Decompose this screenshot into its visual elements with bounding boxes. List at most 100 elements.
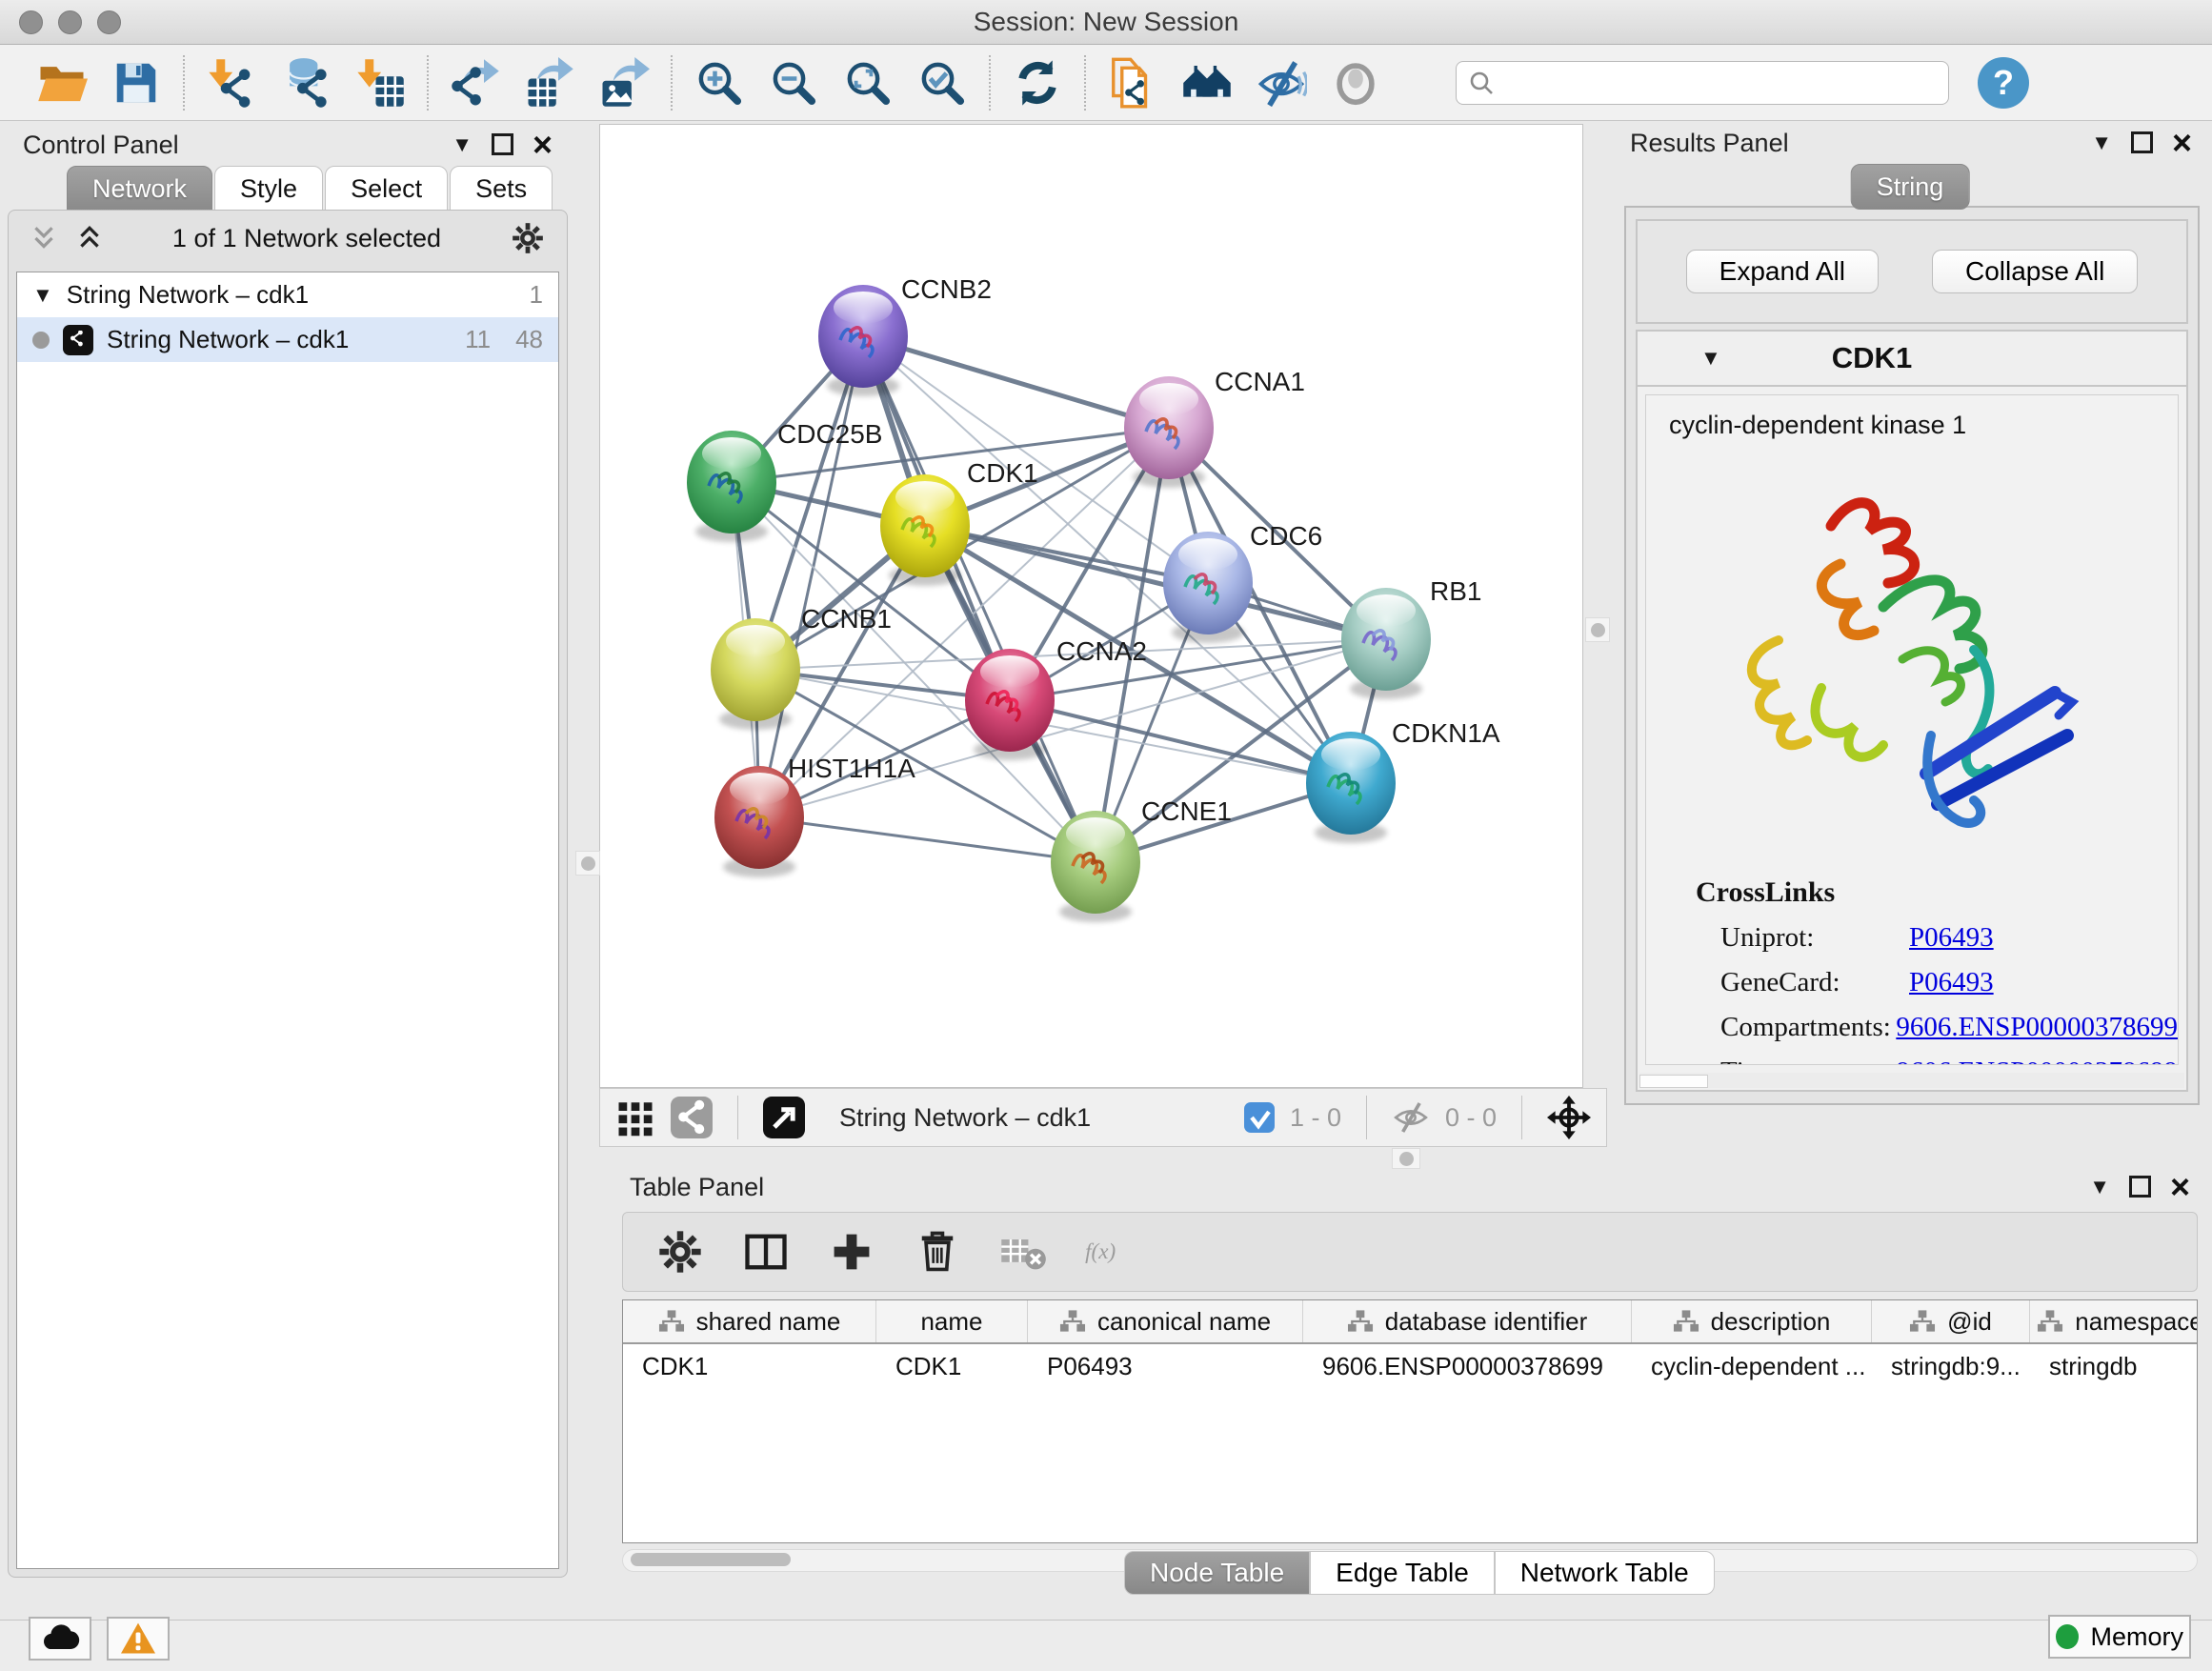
float-panel-icon[interactable] — [2129, 1176, 2151, 1198]
gear-icon[interactable] — [510, 220, 546, 256]
save-session-button[interactable] — [105, 53, 168, 112]
float-panel-icon[interactable] — [2131, 131, 2153, 153]
import-network-database-button[interactable] — [274, 53, 337, 112]
table-cell[interactable]: stringdb:9... — [1872, 1352, 2030, 1381]
crosslink-link[interactable]: 9606.ENSP00000378699 — [1896, 1012, 2178, 1043]
collapse-all-button[interactable]: Collapse All — [1932, 250, 2138, 293]
show-columns-button[interactable] — [741, 1227, 791, 1277]
zoom-selected-button[interactable] — [911, 53, 974, 112]
close-panel-icon[interactable]: × — [533, 131, 553, 159]
show-all-button[interactable] — [1324, 53, 1387, 112]
navigator-button[interactable] — [1547, 1096, 1591, 1139]
create-column-button[interactable] — [827, 1227, 876, 1277]
column-header-namespace[interactable]: namespace — [2030, 1300, 2198, 1342]
graph-edge[interactable] — [863, 336, 1096, 862]
graph-edge[interactable] — [759, 817, 1096, 862]
graph-node-cdc6[interactable]: CDC6 — [1163, 521, 1322, 643]
table-cell[interactable]: CDK1 — [876, 1352, 1028, 1381]
network-type-button[interactable] — [671, 1097, 713, 1138]
close-panel-icon[interactable]: × — [2172, 130, 2192, 157]
table-cell[interactable]: stringdb — [2030, 1352, 2198, 1381]
graph-node-rb1[interactable]: RB1 — [1341, 576, 1481, 699]
column-header-canonical-name[interactable]: canonical name — [1028, 1300, 1303, 1342]
gene-section-header[interactable]: ▼ CDK1 — [1638, 332, 2186, 387]
tab-edge-table[interactable]: Edge Table — [1310, 1551, 1495, 1595]
function-builder-button[interactable]: f(x) — [1084, 1227, 1134, 1277]
close-panel-icon[interactable]: × — [2170, 1174, 2190, 1201]
selected-checkbox-icon[interactable] — [1244, 1102, 1275, 1133]
hidden-eye-icon — [1392, 1101, 1430, 1134]
graph-node-hist1h1a[interactable]: HIST1H1A — [714, 754, 915, 877]
import-network-file-button[interactable] — [200, 53, 263, 112]
graph-node-cdkn1a[interactable]: CDKN1A — [1306, 718, 1500, 843]
expand-all-icon[interactable] — [75, 224, 104, 252]
crosslink-link[interactable]: P06493 — [1909, 967, 1994, 998]
graph-edge[interactable] — [863, 336, 1169, 428]
float-panel-icon[interactable] — [492, 133, 513, 155]
section-expander-icon[interactable]: ▼ — [1700, 348, 1721, 369]
help-button[interactable]: ? — [1978, 57, 2029, 109]
scrollbar-thumb[interactable] — [631, 1553, 791, 1566]
open-session-button[interactable] — [30, 53, 93, 112]
birds-eye-view-button[interactable] — [763, 1097, 805, 1138]
results-scrollbar[interactable] — [1639, 1073, 2184, 1088]
export-table-button[interactable] — [518, 53, 581, 112]
zoom-fit-button[interactable] — [836, 53, 899, 112]
delete-table-button[interactable] — [998, 1227, 1048, 1277]
control-panel-tabs: Network Style Select Sets — [67, 166, 554, 211]
column-header-shared-name[interactable]: shared name — [623, 1300, 876, 1342]
import-table-file-button[interactable] — [349, 53, 412, 112]
tree-expander-icon[interactable]: ▼ — [32, 285, 53, 306]
table-cell[interactable]: P06493 — [1028, 1352, 1303, 1381]
bottom-splitter-handle[interactable] — [1392, 1148, 1420, 1169]
graph-edge[interactable] — [759, 336, 863, 817]
tab-network[interactable]: Network — [67, 166, 212, 211]
column-header-description[interactable]: description — [1632, 1300, 1872, 1342]
tab-node-table[interactable]: Node Table — [1124, 1551, 1310, 1595]
network-collection-row[interactable]: ▼ String Network – cdk1 1 — [17, 272, 558, 317]
tab-sets[interactable]: Sets — [450, 166, 553, 211]
delete-column-button[interactable] — [913, 1227, 962, 1277]
new-network-from-selection-button[interactable] — [1101, 53, 1164, 112]
column-header-name[interactable]: name — [876, 1300, 1028, 1342]
warning-status-button[interactable] — [107, 1617, 170, 1661]
cloud-status-button[interactable] — [29, 1617, 91, 1661]
export-network-button[interactable] — [444, 53, 507, 112]
hide-selected-button[interactable] — [1250, 53, 1313, 112]
network-canvas[interactable]: CCNB2CCNA1CDC25BCDK1CDC6RB1CCNB1CCNA2CDK… — [599, 124, 1583, 1088]
table-cell[interactable]: cyclin-dependent ... — [1632, 1352, 1872, 1381]
network-row[interactable]: String Network – cdk1 11 48 — [17, 317, 558, 362]
table-options-button[interactable] — [655, 1227, 705, 1277]
graph-node-ccna2[interactable]: CCNA2 — [965, 636, 1147, 760]
crosslink-link[interactable]: 9606.ENSP00000378699 — [1896, 1057, 2178, 1065]
export-image-button[interactable] — [593, 53, 655, 112]
right-splitter-handle[interactable] — [1585, 617, 1610, 642]
collapse-all-icon[interactable] — [30, 224, 58, 252]
table-row[interactable]: CDK1CDK1P064939606.ENSP00000378699cyclin… — [623, 1344, 2197, 1388]
search-input[interactable] — [1504, 67, 1937, 98]
graph-node-ccne1[interactable]: CCNE1 — [1051, 796, 1232, 922]
panel-menu-icon[interactable]: ▼ — [2089, 1177, 2110, 1198]
tab-string[interactable]: String — [1851, 164, 1972, 210]
graph-node-cdk1[interactable]: CDK1 — [880, 458, 1038, 586]
expand-all-button[interactable]: Expand All — [1686, 250, 1879, 293]
panel-menu-icon[interactable]: ▼ — [2091, 132, 2112, 153]
zoom-out-button[interactable] — [762, 53, 825, 112]
network-graph[interactable]: CCNB2CCNA1CDC25BCDK1CDC6RB1CCNB1CCNA2CDK… — [600, 125, 1582, 1087]
left-splitter-handle[interactable] — [575, 851, 600, 876]
zoom-in-button[interactable] — [688, 53, 751, 112]
crosslink-link[interactable]: P06493 — [1909, 922, 1994, 954]
tab-select[interactable]: Select — [325, 166, 448, 211]
first-neighbors-button[interactable] — [1176, 53, 1238, 112]
memory-button[interactable]: Memory — [2048, 1615, 2191, 1659]
tab-network-table[interactable]: Network Table — [1495, 1551, 1715, 1595]
tab-style[interactable]: Style — [214, 166, 323, 211]
table-cell[interactable]: 9606.ENSP00000378699 — [1303, 1352, 1632, 1381]
apply-layout-button[interactable] — [1006, 53, 1069, 112]
column-header--id[interactable]: @id — [1872, 1300, 2030, 1342]
panel-menu-icon[interactable]: ▼ — [452, 134, 473, 155]
column-header-database-identifier[interactable]: database identifier — [1303, 1300, 1632, 1342]
graph-node-ccnb2[interactable]: CCNB2 — [818, 274, 992, 396]
table-cell[interactable]: CDK1 — [623, 1352, 876, 1381]
show-grid-button[interactable] — [615, 1097, 655, 1137]
